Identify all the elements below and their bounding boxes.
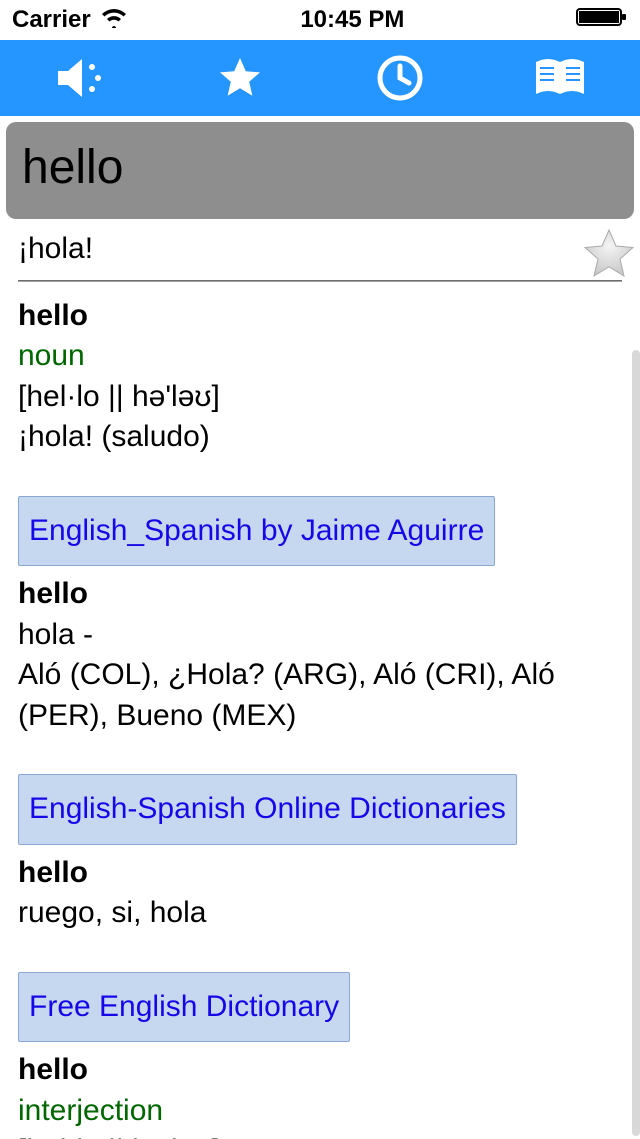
top-translation: ¡hola! [18,229,622,270]
source-link-online[interactable]: English-Spanish Online Dictionaries [18,774,517,845]
definition-line2: Aló (COL), ¿Hola? (ARG), Aló (CRI), Aló … [18,655,622,736]
favorite-button[interactable] [160,40,320,116]
status-bar: Carrier 10:45 PM [0,0,640,40]
search-word-box[interactable]: hello [6,122,634,219]
pronunciation: [hel·lo || hə'ləʊ] [18,1131,622,1139]
wifi-icon [99,6,129,35]
part-of-speech: interjection [18,1091,622,1132]
definition: ruego, si, hola [18,893,622,934]
definition-content: ¡hola! hello noun [hel·lo || hə'ləʊ] ¡ho… [0,219,640,1139]
pronunciation: [hel·lo || hə'ləʊ] [18,377,622,418]
entry-word: hello [18,574,622,615]
entry-4: hello interjection [hel·lo || hə'ləʊ] [18,1050,622,1139]
entry-word: hello [18,296,622,337]
status-right [576,6,628,35]
toolbar [0,40,640,116]
part-of-speech: noun [18,336,622,377]
definition-line1: hola - [18,615,622,656]
entry-1: hello noun [hel·lo || hə'ləʊ] ¡hola! (sa… [18,296,622,458]
entry-2: hello hola - Aló (COL), ¿Hola? (ARG), Al… [18,574,622,736]
status-left: Carrier [12,6,129,35]
search-word: hello [22,140,618,195]
entry-word: hello [18,1050,622,1091]
source-link-aguirre[interactable]: English_Spanish by Jaime Aguirre [18,496,495,567]
source-link-free[interactable]: Free English Dictionary [18,972,350,1043]
speak-button[interactable] [0,40,160,116]
divider [18,280,622,282]
entry-word: hello [18,853,622,894]
status-time: 10:45 PM [300,6,404,34]
definition: ¡hola! (saludo) [18,417,622,458]
entry-3: hello ruego, si, hola [18,853,622,934]
dictionary-button[interactable] [480,40,640,116]
battery-icon [576,6,628,35]
history-button[interactable] [320,40,480,116]
carrier-text: Carrier [12,6,91,34]
